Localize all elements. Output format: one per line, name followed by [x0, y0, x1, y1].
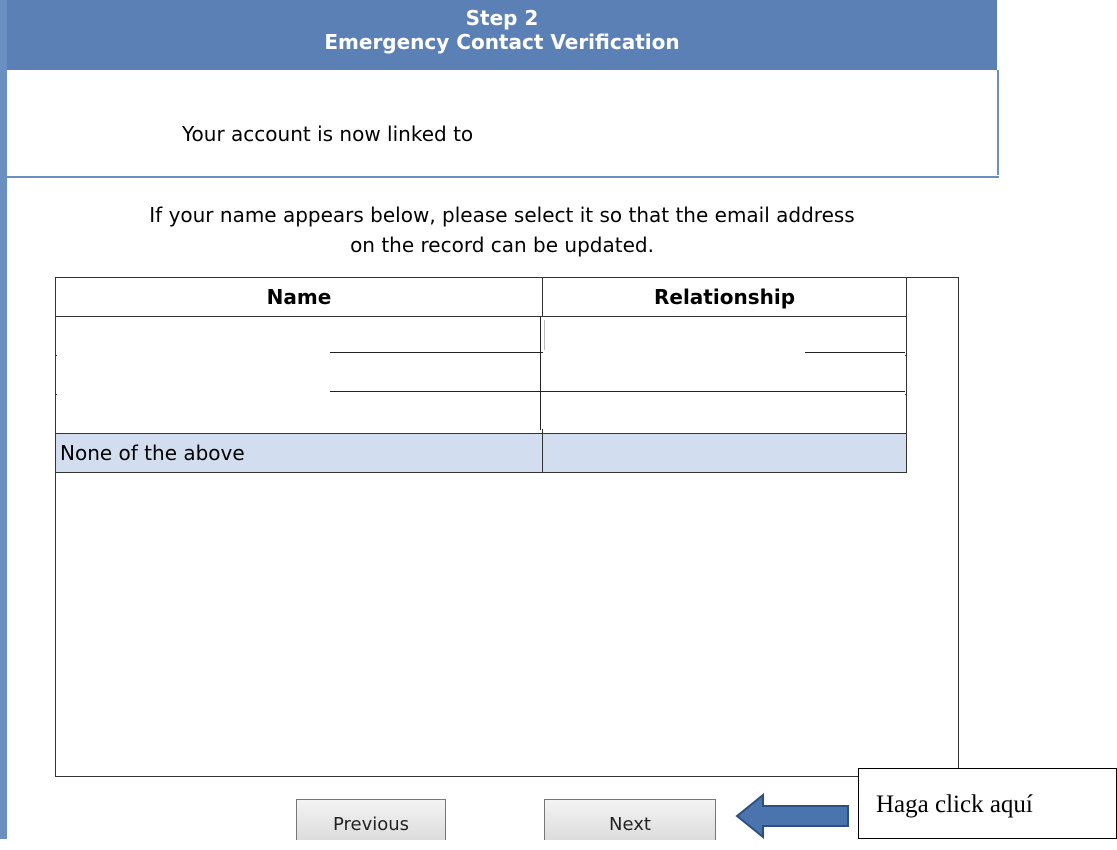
column-header-name: Name — [55, 277, 543, 317]
table-header-row: Name Relationship — [55, 277, 907, 317]
linked-account-text: Your account is now linked to — [182, 122, 474, 146]
instruction-line-2: on the record can be updated. — [350, 233, 654, 257]
instruction-text: If your name appears below, please selec… — [7, 200, 997, 260]
none-of-the-above-relationship-cell[interactable] — [542, 433, 907, 473]
redacted-account-name — [588, 98, 850, 142]
column-divider — [540, 317, 541, 430]
redaction-line — [330, 391, 905, 392]
redaction-line — [330, 352, 543, 353]
previous-button[interactable]: Previous — [296, 799, 446, 840]
step-label: Step 2 — [465, 6, 539, 30]
none-of-the-above-row[interactable]: None of the above — [55, 433, 907, 473]
column-header-relationship: Relationship — [542, 277, 907, 317]
step-header: Step 2 Emergency Contact Verification — [7, 0, 997, 70]
page-title: Emergency Contact Verification — [324, 30, 680, 54]
left-arrow-icon — [735, 793, 849, 839]
redaction-edge — [544, 320, 545, 350]
linked-account-section: Your account is now linked to — [7, 70, 999, 175]
instruction-line-1: If your name appears below, please selec… — [149, 203, 855, 227]
next-button[interactable]: Next — [544, 799, 716, 840]
section-divider — [7, 176, 999, 178]
click-here-callout: Haga click aquí — [858, 768, 1117, 839]
redacted-rows-area — [57, 317, 905, 429]
left-border — [0, 0, 7, 839]
redaction-line — [805, 352, 905, 353]
none-of-the-above-option[interactable]: None of the above — [55, 433, 543, 473]
